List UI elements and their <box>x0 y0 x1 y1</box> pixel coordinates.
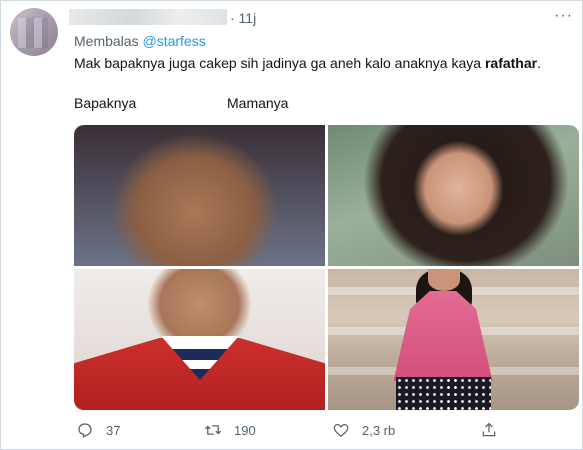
reply-icon <box>78 423 92 438</box>
tweet-time[interactable]: · 11j <box>230 10 256 26</box>
reply-count: 37 <box>106 422 121 438</box>
author-name-blurred <box>69 9 227 25</box>
retweet-icon <box>204 425 222 435</box>
like-count: 2,3 rb <box>362 422 396 438</box>
tweet-text: Mak bapaknya juga cakep sih jadinya ga a… <box>74 54 541 72</box>
like-icon <box>333 423 349 438</box>
label-mamanya: Mamanya <box>227 95 289 111</box>
retweet-button[interactable]: 190 <box>204 421 256 439</box>
tweet-text-bold: rafathar <box>484 55 538 71</box>
photo-detail-face <box>428 269 460 291</box>
reply-button[interactable]: 37 <box>76 421 120 439</box>
more-options-icon[interactable]: ··· <box>554 7 573 25</box>
photo-detail-skirt <box>396 377 491 410</box>
retweet-count: 190 <box>234 422 256 438</box>
photo-grid <box>74 125 579 410</box>
share-button[interactable] <box>480 421 510 439</box>
tweet-actions: 37 190 2,3 rb <box>74 421 554 445</box>
reply-prefix: Membalas <box>74 33 139 49</box>
reply-handle-link[interactable]: @starfess <box>142 33 205 49</box>
photo-detail-dress <box>393 291 493 381</box>
label-bapaknya: Bapaknya <box>74 95 137 111</box>
photo-mother-pink-dress[interactable] <box>328 269 579 410</box>
photo-father-jersey[interactable] <box>74 269 325 410</box>
share-icon <box>482 422 496 437</box>
tweet-text-end: . <box>537 55 541 71</box>
photo-mother-young[interactable] <box>328 125 579 266</box>
tweet-card: · 11j ··· Membalas @starfess Mak bapakny… <box>0 0 583 450</box>
avatar[interactable] <box>10 8 58 56</box>
like-button[interactable]: 2,3 rb <box>332 421 395 439</box>
reply-context: Membalas @starfess <box>74 33 206 49</box>
tweet-text-main: Mak bapaknya juga cakep sih jadinya ga a… <box>74 55 485 71</box>
photo-father-young[interactable] <box>74 125 325 266</box>
